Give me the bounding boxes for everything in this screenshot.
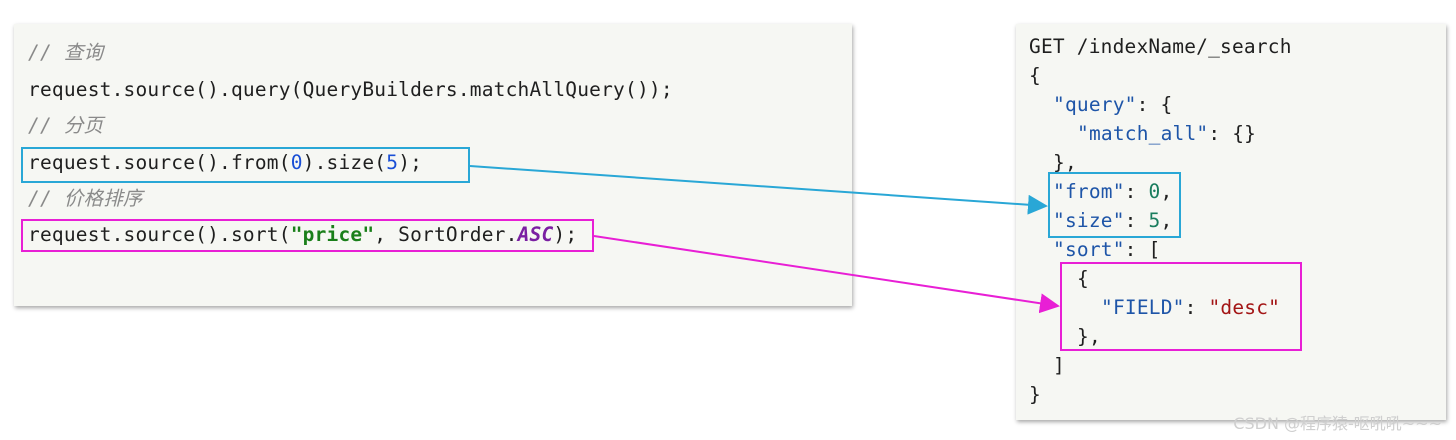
sort-arrow — [593, 235, 1060, 314]
paging-arrow — [469, 165, 1048, 215]
connector-arrows — [469, 165, 1060, 314]
watermark: CSDN @程序猿-呕吼吼~~~ — [1233, 414, 1442, 433]
